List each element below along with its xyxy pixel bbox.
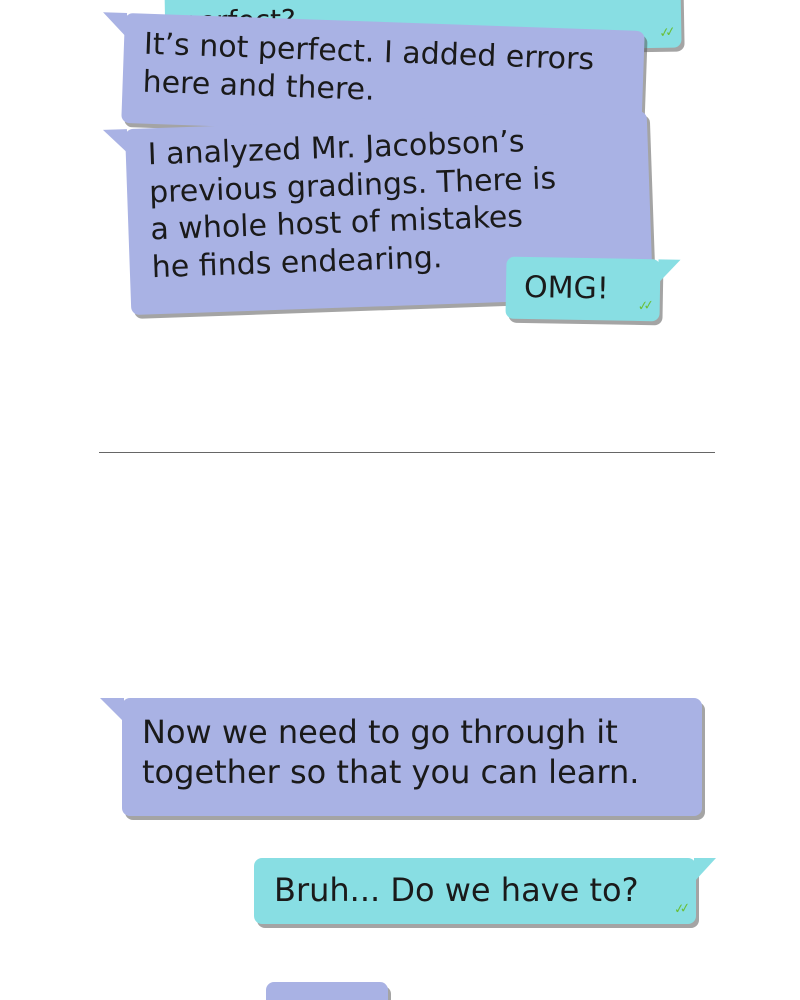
message-text: Now we need to go through it together so… [142,713,640,791]
chat-page: perfect? ✓✓ It’s not perfect. I added er… [0,0,800,1000]
message-bubble-assistant-cut [266,982,388,1000]
message-text: It’s not perfect. I added errors here an… [142,26,595,108]
bubble-tail [102,12,128,38]
double-check-icon: ✓✓ [673,901,687,918]
message-text: Bruh... Do we have to? [274,871,639,909]
message-bubble-user: Bruh... Do we have to? ✓✓ [254,858,716,924]
message-text: OMG! [523,269,610,307]
bubble-tail [100,698,124,722]
divider [99,452,715,453]
double-check-icon: ✓✓ [658,24,673,42]
bubble-tail [694,858,716,882]
message-bubble-assistant: Now we need to go through it together so… [100,698,702,816]
bubble-tail [658,259,681,284]
double-check-icon: ✓✓ [636,298,651,315]
message-bubble-user: OMG! ✓✓ [505,256,681,322]
bubble-tail [102,129,128,154]
